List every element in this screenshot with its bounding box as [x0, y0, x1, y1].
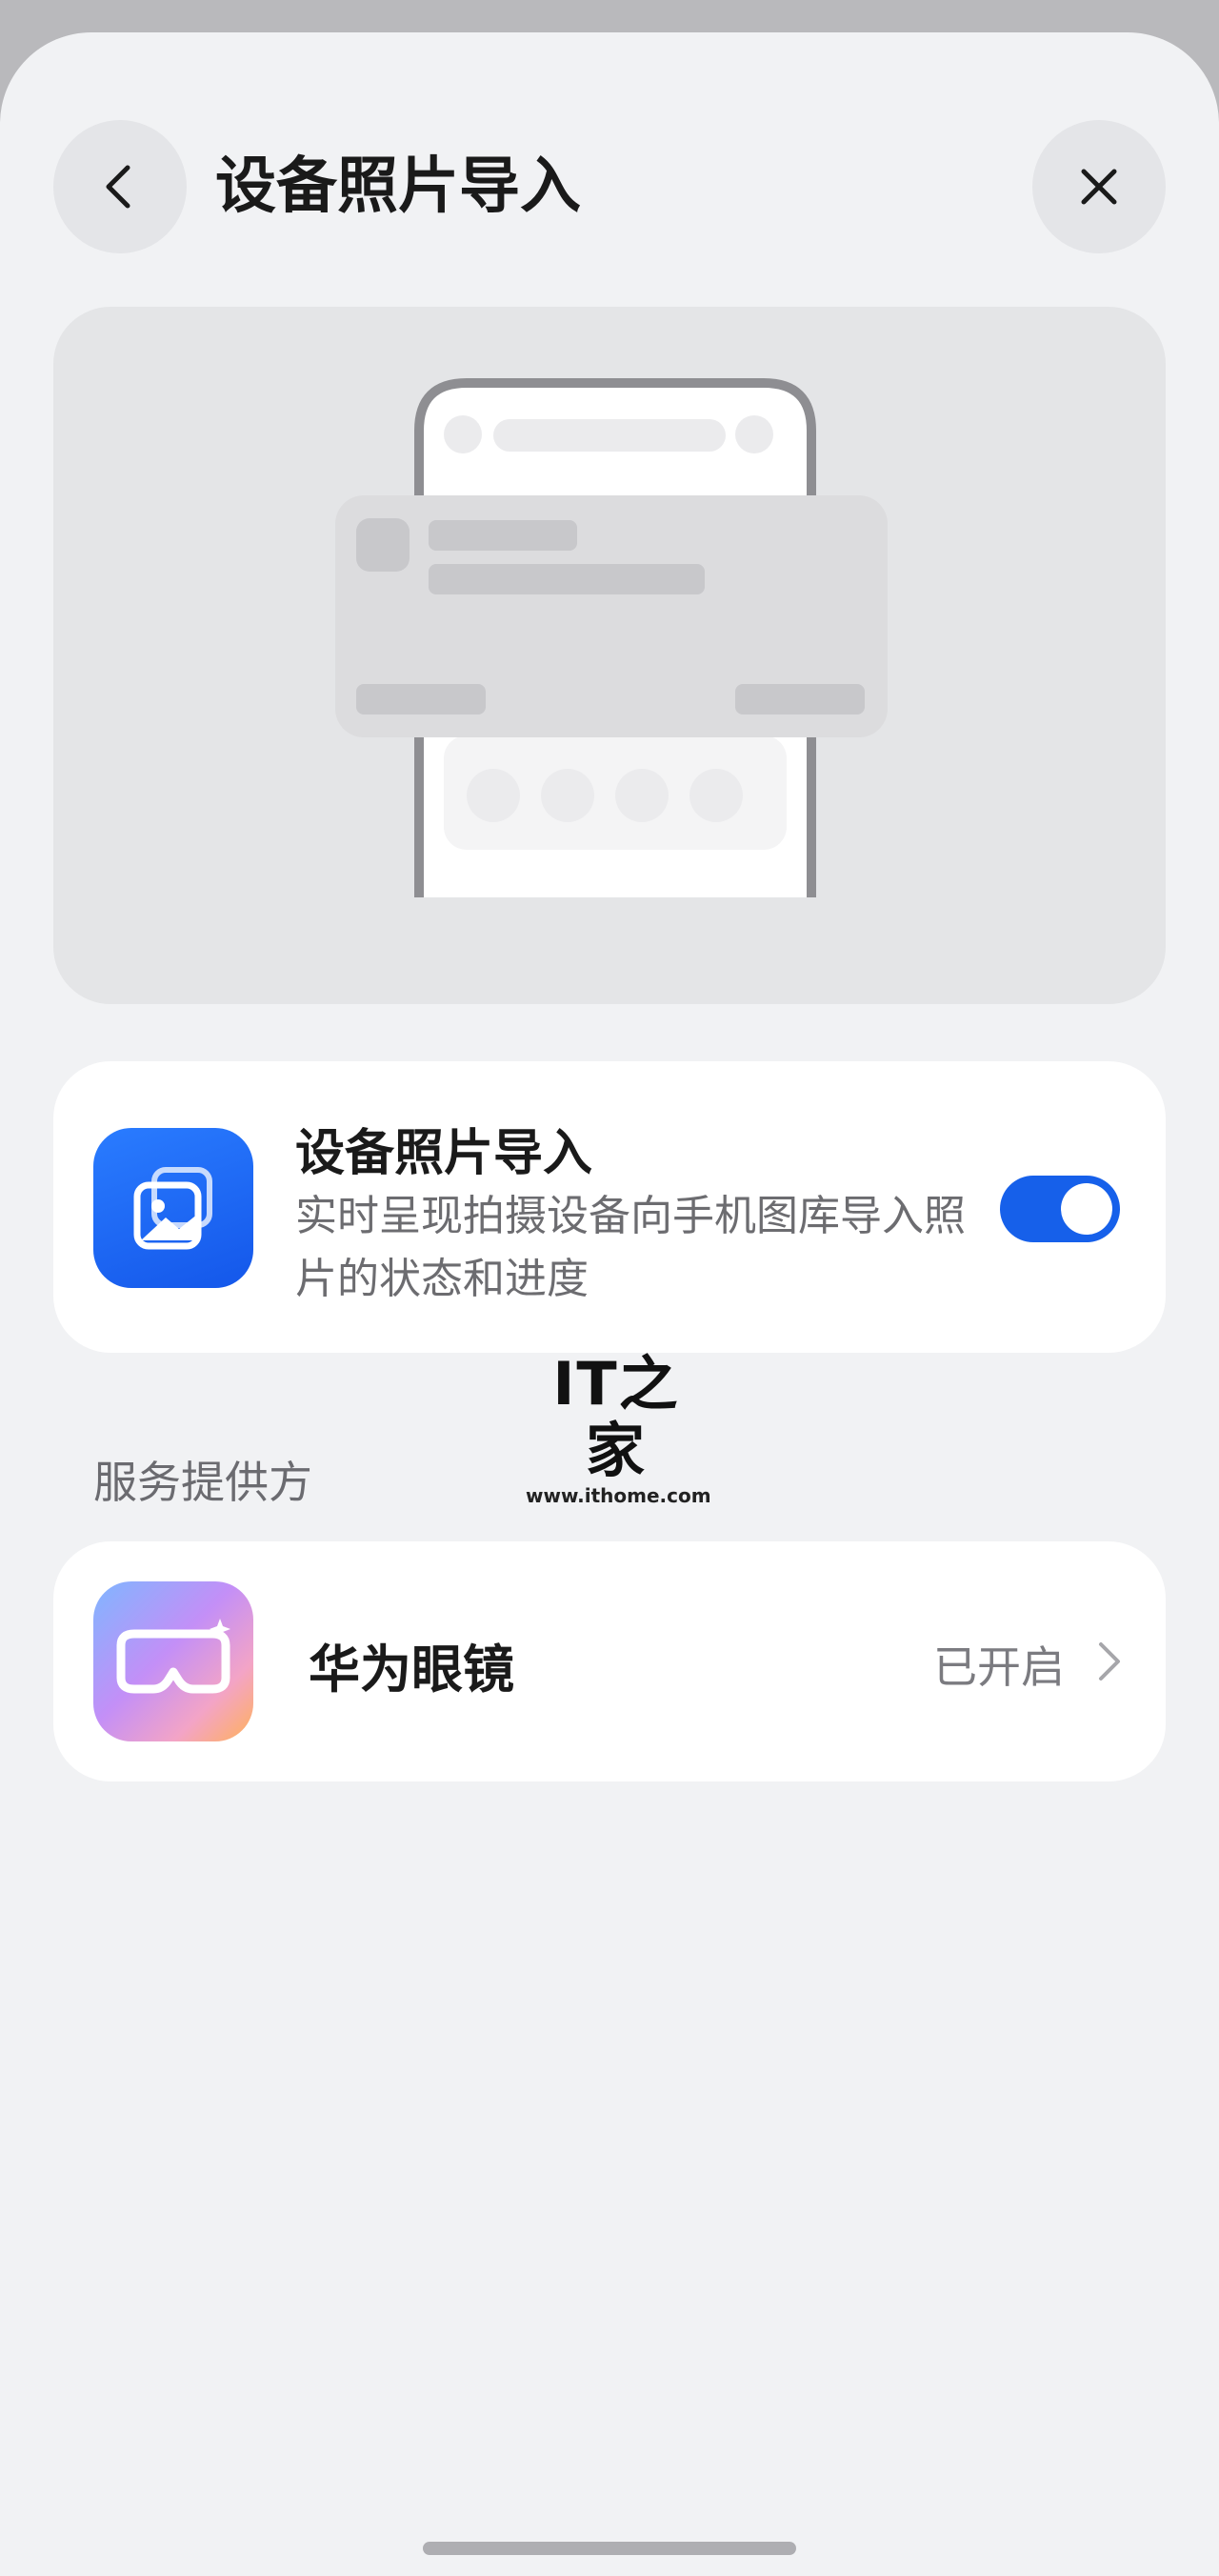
watermark: IT之家 www.ithome.com: [526, 1349, 711, 1508]
close-icon: [1081, 169, 1117, 205]
chevron-right-icon: [1099, 1642, 1120, 1680]
provider-status: 已开启: [933, 1641, 1065, 1693]
feature-title: 设备照片导入: [295, 1125, 593, 1182]
feature-card: 设备照片导入 实时呈现拍摄设备向手机图库导入照片的状态和进度: [53, 1061, 1166, 1353]
chevron-left-icon: [106, 165, 130, 209]
photo-gallery-icon: [93, 1128, 253, 1288]
phone-illustration: [335, 378, 888, 897]
provider-item-huawei-glasses[interactable]: 华为眼镜 已开启: [53, 1541, 1166, 1781]
page-title: 设备照片导入: [215, 151, 581, 222]
glasses-icon: [93, 1581, 253, 1741]
bottom-sheet: 设备照片导入 设备照片导入 实时呈现拍摄设备向手机图库导入照片的状态和进度 IT…: [0, 32, 1219, 2576]
toggle-knob: [1061, 1183, 1112, 1235]
feature-description: 实时呈现拍摄设备向手机图库导入照片的状态和进度: [295, 1192, 966, 1303]
provider-name: 华为眼镜: [309, 1640, 514, 1700]
section-label-providers: 服务提供方: [93, 1457, 312, 1508]
close-button[interactable]: [1032, 120, 1166, 253]
back-button[interactable]: [53, 120, 187, 253]
watermark-logo: IT之家: [552, 1349, 680, 1485]
watermark-url: www.ithome.com: [526, 1484, 711, 1507]
feature-illustration: [53, 307, 1166, 1004]
home-indicator[interactable]: [423, 2542, 796, 2555]
photo-import-toggle[interactable]: [1000, 1176, 1120, 1242]
